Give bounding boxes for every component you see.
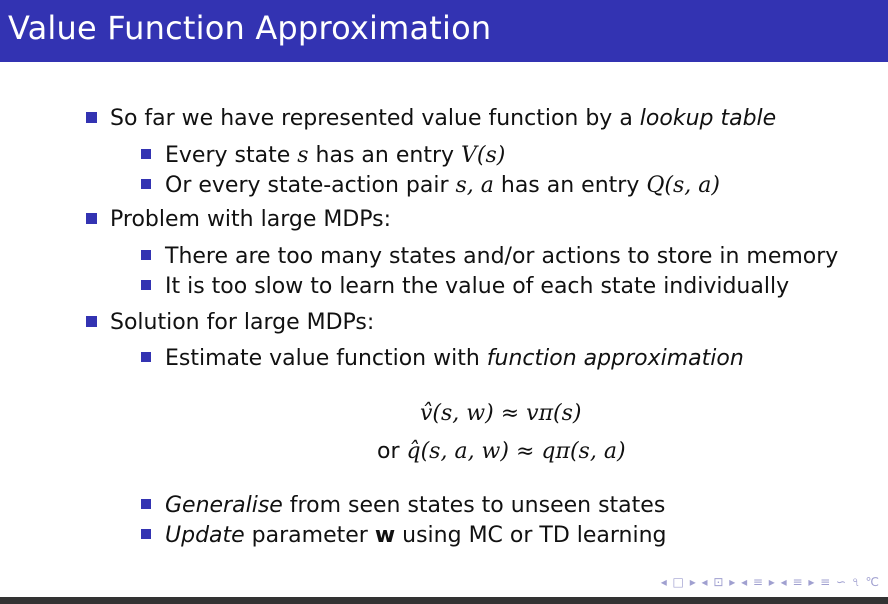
math-Q-s-a: Q(s, a)	[646, 173, 720, 198]
bullet-text: Problem with large MDPs:	[110, 207, 392, 232]
subbullet-text: Or every state-action pair	[165, 173, 456, 198]
beamer-navigation-icons[interactable]: ◂ □ ▸ ◂ ⊡ ▸ ◂ ≡ ▸ ◂ ≡ ▸ ≡ ∽ ৭ ℃	[661, 574, 880, 594]
bullet-square-icon	[141, 529, 151, 539]
subbullet-text: from seen states to unseen states	[282, 493, 666, 518]
subbullet-emphasis: Generalise	[165, 493, 283, 518]
bullet-square-icon	[141, 250, 151, 260]
bullet-emphasis: lookup table	[639, 106, 777, 131]
bullet-square-icon	[86, 315, 97, 327]
subbullet-text: parameter	[244, 523, 375, 548]
eq-approx-symbol: ≈	[515, 439, 535, 464]
subbullet-text: Estimate value function with	[165, 346, 487, 371]
eq-lhs: q̂(s, a, w)	[406, 439, 509, 464]
bullet-lookup-table: So far we have represented value functio…	[86, 106, 776, 131]
subbullet-too-many-states: There are too many states and/or actions…	[141, 244, 838, 269]
subbullet-text: It is too slow to learn the value of eac…	[165, 274, 790, 299]
subbullet-every-state: Every state s has an entry V(s)	[141, 143, 505, 168]
bullet-square-icon	[141, 179, 151, 189]
bullet-text: So far we have represented value functio…	[110, 106, 640, 131]
eq-rhs: vπ(s)	[526, 401, 582, 426]
bullet-square-icon	[141, 280, 151, 290]
math-s-a: s, a	[455, 173, 494, 198]
bullet-square-icon	[141, 499, 151, 509]
eq-prefix: or	[377, 439, 400, 464]
subbullet-text: has an entry	[308, 143, 461, 168]
bullet-solution: Solution for large MDPs:	[86, 310, 374, 335]
eq-approx-symbol: ≈	[500, 401, 520, 426]
bullet-text: Solution for large MDPs:	[110, 310, 375, 335]
subbullet-text: has an entry	[493, 173, 647, 198]
subbullet-text: Every state	[165, 143, 298, 168]
math-V-s: V(s)	[461, 143, 506, 168]
bullet-square-icon	[86, 212, 97, 224]
subbullet-too-slow: It is too slow to learn the value of eac…	[141, 274, 789, 299]
equation-q-hat: or q̂(s, a, w) ≈ qπ(s, a)	[377, 439, 626, 464]
subbullet-emphasis: Update	[165, 523, 245, 548]
bullet-square-icon	[86, 111, 97, 123]
subbullet-update: Update parameter w using MC or TD learni…	[141, 523, 667, 548]
title-bar: Value Function Approximation	[0, 0, 888, 62]
bottom-bar	[0, 597, 888, 604]
slide-title: Value Function Approximation	[8, 9, 492, 47]
bullet-square-icon	[141, 352, 151, 362]
eq-rhs: qπ(s, a)	[541, 439, 626, 464]
equation-v-hat: v̂(s, w) ≈ vπ(s)	[420, 401, 581, 426]
eq-lhs: v̂(s, w)	[420, 401, 494, 426]
bullet-problem: Problem with large MDPs:	[86, 207, 391, 232]
subbullet-text: There are too many states and/or actions…	[165, 244, 839, 269]
subbullet-generalise: Generalise from seen states to unseen st…	[141, 493, 665, 518]
subbullet-bold-w: w	[374, 523, 396, 548]
math-s: s	[297, 143, 309, 168]
bullet-square-icon	[141, 149, 151, 159]
subbullet-state-action-pair: Or every state-action pair s, a has an e…	[141, 173, 720, 198]
subbullet-text: using MC or TD learning	[395, 523, 667, 548]
subbullet-function-approximation: Estimate value function with function ap…	[141, 346, 744, 371]
subbullet-emphasis: function approximation	[486, 346, 744, 371]
